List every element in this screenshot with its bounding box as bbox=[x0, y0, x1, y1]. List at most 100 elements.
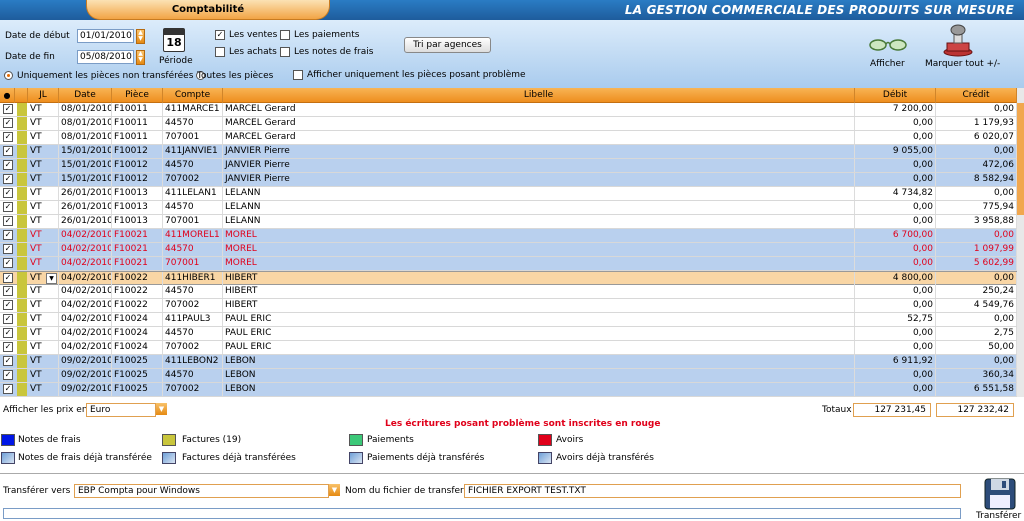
transferer-vers-arrow[interactable]: ▼ bbox=[329, 484, 340, 496]
row-checkbox[interactable]: ✓ bbox=[3, 300, 13, 310]
non-transferees-radio[interactable] bbox=[4, 71, 13, 80]
row-checkbox[interactable]: ✓ bbox=[3, 216, 13, 226]
table-row[interactable]: ✓ VT 04/02/2010 F10024 44570 PAUL ERIC 0,00 2,7… bbox=[0, 327, 1017, 341]
row-checkbox[interactable]: ✓ bbox=[3, 202, 13, 212]
cell-debit: 0,00 bbox=[855, 131, 936, 144]
cell-piece: F10025 bbox=[112, 369, 163, 382]
row-checkbox[interactable]: ✓ bbox=[3, 230, 13, 240]
marquer-tout-label[interactable]: Marquer tout +/- bbox=[925, 59, 1000, 69]
cell-date: 09/02/2010 bbox=[61, 369, 112, 382]
table-row[interactable]: ✓ VT 09/02/2010 F10025 411LEBON2 LEBON 6 911,9… bbox=[0, 355, 1017, 369]
grid-scrollbar-thumb[interactable] bbox=[1017, 103, 1024, 215]
table-row[interactable]: ✓ VT 09/02/2010 F10025 707002 LEBON 0,00 6 551,… bbox=[0, 383, 1017, 397]
cell-piece: F10022 bbox=[112, 285, 163, 298]
date-fin-spinner[interactable]: ▲ ▼ bbox=[136, 50, 145, 65]
tri-agences-button[interactable]: Tri par agences bbox=[404, 37, 491, 53]
row-checkbox[interactable]: ✓ bbox=[3, 174, 13, 184]
prix-select-arrow[interactable]: ▼ bbox=[156, 403, 167, 415]
cell-piece: F10025 bbox=[112, 355, 163, 368]
cell-debit: 6 911,92 bbox=[855, 355, 936, 368]
table-row[interactable]: ✓ VT 04/02/2010 F10022 44570 HIBERT 0,00 250,24 bbox=[0, 285, 1017, 299]
calendar-icon[interactable]: 18 bbox=[163, 28, 185, 52]
cell-date: 15/01/2010 bbox=[61, 145, 112, 158]
row-checkbox[interactable]: ✓ bbox=[3, 118, 13, 128]
grid-body: ✓ VT 08/01/2010 F10011 411MARCE1 MARCEL Gerar… bbox=[0, 103, 1017, 397]
table-row[interactable]: ✓ VT 04/02/2010 F10022 707002 HIBERT 0,00 4 549… bbox=[0, 299, 1017, 313]
prix-select[interactable]: Euro bbox=[86, 403, 156, 417]
table-row[interactable]: ✓ VT 15/01/2010 F10012 411JANVIE1 JANVIER Pie… bbox=[0, 145, 1017, 159]
row-checkbox[interactable]: ✓ bbox=[3, 314, 13, 324]
table-row[interactable]: ✓ VT 04/02/2010 F10021 707001 MOREL 0,00 5 602,… bbox=[0, 257, 1017, 271]
table-row[interactable]: ✓ VT 04/02/2010 F10024 707002 PAUL ERIC 0,00 50… bbox=[0, 341, 1017, 355]
row-checkbox[interactable]: ✓ bbox=[3, 384, 13, 394]
row-type-color bbox=[17, 215, 27, 228]
row-checkbox[interactable]: ✓ bbox=[3, 160, 13, 170]
transferer-button-label[interactable]: Transférer bbox=[976, 511, 1021, 521]
table-row[interactable]: ✓ VT 04/02/2010 F10022 411HIBER1 HIBERT 4 800,… bbox=[0, 271, 1017, 285]
table-row[interactable]: ✓ VT 04/02/2010 F10021 44570 MOREL 0,00 1 097,9… bbox=[0, 243, 1017, 257]
cell-piece: F10011 bbox=[112, 117, 163, 130]
row-checkbox[interactable]: ✓ bbox=[3, 273, 13, 283]
probleme-checkbox[interactable] bbox=[293, 70, 303, 80]
row-checkbox[interactable]: ✓ bbox=[3, 132, 13, 142]
cell-debit: 52,75 bbox=[855, 313, 936, 326]
header-credit[interactable]: Crédit bbox=[936, 88, 1017, 103]
row-checkbox[interactable]: ✓ bbox=[3, 342, 13, 352]
header-piece[interactable]: Pièce bbox=[112, 88, 163, 103]
cell-jl: VT bbox=[28, 257, 59, 270]
cell-libelle: HIBERT bbox=[223, 285, 855, 298]
fichier-input[interactable]: FICHIER EXPORT TEST.TXT bbox=[464, 484, 961, 498]
row-checkbox[interactable]: ✓ bbox=[3, 104, 13, 114]
cell-date: 15/01/2010 bbox=[61, 173, 112, 186]
row-checkbox[interactable]: ✓ bbox=[3, 286, 13, 296]
header-date[interactable]: Date bbox=[59, 88, 112, 103]
row-checkbox[interactable]: ✓ bbox=[3, 356, 13, 366]
ventes-checkbox[interactable]: ✓ bbox=[215, 30, 225, 40]
floppy-disk-icon[interactable] bbox=[983, 477, 1017, 511]
achats-checkbox[interactable] bbox=[215, 47, 225, 57]
header-select-icon[interactable]: ● bbox=[0, 88, 15, 103]
table-row[interactable]: ✓ VT 26/01/2010 F10013 411LELAN1 LELANN 4 734,… bbox=[0, 187, 1017, 201]
header-jl[interactable]: JL bbox=[28, 88, 59, 103]
module-tab[interactable]: Comptabilité bbox=[86, 0, 330, 20]
cell-debit: 0,00 bbox=[855, 257, 936, 270]
table-row[interactable]: ✓ VT 08/01/2010 F10011 411MARCE1 MARCEL Gerar… bbox=[0, 103, 1017, 117]
row-checkbox[interactable]: ✓ bbox=[3, 146, 13, 156]
afficher-label[interactable]: Afficher bbox=[870, 59, 905, 69]
date-fin-input[interactable]: 05/08/2010 bbox=[77, 50, 134, 64]
table-row[interactable]: ✓ VT 08/01/2010 F10011 707001 MARCEL Gerard 0,… bbox=[0, 131, 1017, 145]
table-row[interactable]: ✓ VT 09/02/2010 F10025 44570 LEBON 0,00 360,34 bbox=[0, 369, 1017, 383]
table-row[interactable]: ✓ VT 15/01/2010 F10012 707002 JANVIER Pierre 0… bbox=[0, 173, 1017, 187]
table-row[interactable]: ✓ VT 26/01/2010 F10013 707001 LELANN 0,00 3 958… bbox=[0, 215, 1017, 229]
cell-piece: F10013 bbox=[112, 201, 163, 214]
glasses-icon[interactable] bbox=[868, 36, 908, 52]
jl-dropdown-icon[interactable]: ▼ bbox=[46, 273, 57, 284]
notes-frais-checkbox[interactable] bbox=[280, 47, 290, 57]
row-type-color bbox=[17, 383, 27, 396]
table-row[interactable]: ✓ VT 26/01/2010 F10013 44570 LELANN 0,00 775,94 bbox=[0, 201, 1017, 215]
cell-debit: 4 800,00 bbox=[855, 272, 936, 285]
cell-credit: 0,00 bbox=[936, 229, 1017, 242]
header-debit[interactable]: Débit bbox=[855, 88, 936, 103]
date-debut-input[interactable]: 01/01/2010 bbox=[77, 29, 134, 43]
transferer-vers-select[interactable]: EBP Compta pour Windows bbox=[74, 484, 329, 498]
row-checkbox[interactable]: ✓ bbox=[3, 328, 13, 338]
cell-piece: F10025 bbox=[112, 383, 163, 396]
cell-credit: 775,94 bbox=[936, 201, 1017, 214]
table-row[interactable]: ✓ VT 08/01/2010 F10011 44570 MARCEL Gerard 0,0… bbox=[0, 117, 1017, 131]
paiements-checkbox[interactable] bbox=[280, 30, 290, 40]
cell-jl: VT bbox=[28, 103, 59, 116]
stamp-icon[interactable] bbox=[941, 23, 975, 57]
header-compte[interactable]: Compte bbox=[163, 88, 223, 103]
cell-compte: 707001 bbox=[163, 131, 223, 144]
row-checkbox[interactable]: ✓ bbox=[3, 244, 13, 254]
row-checkbox[interactable]: ✓ bbox=[3, 188, 13, 198]
table-row[interactable]: ✓ VT 04/02/2010 F10024 411PAUL3 PAUL ERIC 52,7… bbox=[0, 313, 1017, 327]
row-checkbox[interactable]: ✓ bbox=[3, 370, 13, 380]
date-debut-spinner[interactable]: ▲ ▼ bbox=[136, 29, 145, 44]
table-row[interactable]: ✓ VT 15/01/2010 F10012 44570 JANVIER Pierre 0,… bbox=[0, 159, 1017, 173]
header-libelle[interactable]: Libelle bbox=[223, 88, 855, 103]
table-row[interactable]: ✓ VT 04/02/2010 F10021 411MOREL1 MOREL 6 700,0… bbox=[0, 229, 1017, 243]
row-checkbox[interactable]: ✓ bbox=[3, 258, 13, 268]
warning-text: Les écritures posant problème sont inscr… bbox=[385, 419, 661, 429]
